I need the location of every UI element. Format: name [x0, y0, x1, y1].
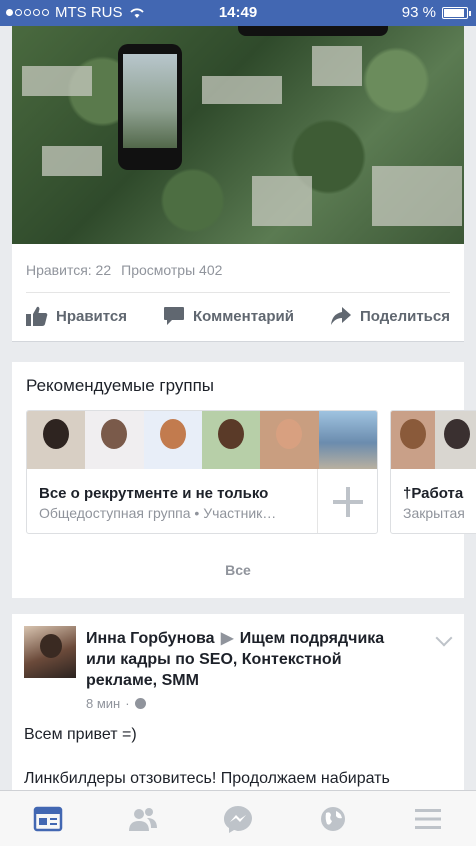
divider [26, 292, 450, 293]
group-cover-photos [391, 411, 476, 469]
section-title: Рекомендуемые группы [26, 376, 215, 395]
notifications-globe-icon [321, 806, 346, 831]
tab-news-feed[interactable] [28, 799, 68, 839]
like-label: Нравится [56, 307, 128, 325]
arrow-right-icon: ▶ [220, 630, 234, 647]
post-stats: Нравится: 22 Просмотры 402 [26, 262, 222, 278]
tab-friends[interactable] [123, 799, 163, 839]
group-cover-photos [27, 411, 377, 469]
tab-notifications[interactable] [313, 799, 353, 839]
group-name[interactable]: †Работа [403, 485, 463, 502]
post-photo-card: Нравится: 22 Просмотры 402 Нравится Комме… [12, 0, 464, 342]
recommended-groups-card: Рекомендуемые группы Все о рекрутменте и… [12, 362, 476, 598]
comment-button[interactable]: Комментарий [163, 306, 294, 326]
tab-messenger[interactable] [218, 799, 258, 839]
group-card[interactable]: Все о рекрутменте и не только Общедоступ… [26, 410, 378, 534]
group-subtitle: Закрытая [403, 505, 465, 521]
news-feed-icon [33, 806, 62, 831]
post-photo[interactable] [12, 26, 464, 244]
status-bar: MTS RUS 14:49 93 % [0, 0, 476, 26]
menu-icon [415, 808, 442, 829]
group-name[interactable]: Все о рекрутменте и не только [39, 485, 268, 502]
tab-menu[interactable] [408, 799, 448, 839]
friends-icon [128, 807, 157, 831]
see-all-link[interactable]: Все [12, 562, 464, 578]
battery-icon [442, 6, 471, 19]
views-count: Просмотры 402 [121, 262, 223, 278]
post-meta: 8 мин · [86, 696, 146, 711]
share-label: Поделиться [359, 307, 450, 325]
share-arrow-icon [330, 307, 351, 325]
join-group-button[interactable] [317, 469, 377, 533]
share-button[interactable]: Поделиться [330, 306, 450, 326]
comment-icon [163, 307, 184, 325]
group-subtitle: Общедоступная группа • Участник… [39, 505, 277, 521]
author-name[interactable]: Инна Горбунова [86, 630, 215, 647]
battery-info: 93 % [401, 4, 471, 21]
post-actions: Нравится Комментарий Поделиться [26, 306, 450, 326]
battery-percent: 93 % [401, 4, 436, 21]
plus-icon [332, 487, 363, 517]
group-card[interactable]: †Работа Закрытая [390, 410, 476, 534]
comment-label: Комментарий [192, 307, 294, 325]
likes-count[interactable]: Нравится: 22 [26, 262, 111, 278]
avatar[interactable] [24, 626, 76, 678]
post-text-line: Всем привет =) [24, 726, 137, 743]
thumbs-up-icon [26, 306, 48, 326]
like-button[interactable]: Нравится [26, 306, 127, 326]
globe-icon [134, 698, 146, 709]
bottom-tab-bar [0, 790, 476, 846]
messenger-icon [223, 805, 252, 833]
post-text-line: Линкбилдеры отзовитесь! Продолжаем набир… [24, 770, 390, 787]
post-time[interactable]: 8 мин [86, 696, 120, 711]
post-header: Инна Горбунова ▶ Ищем подрядчика или кад… [86, 628, 416, 691]
chevron-down-icon[interactable] [435, 629, 453, 647]
